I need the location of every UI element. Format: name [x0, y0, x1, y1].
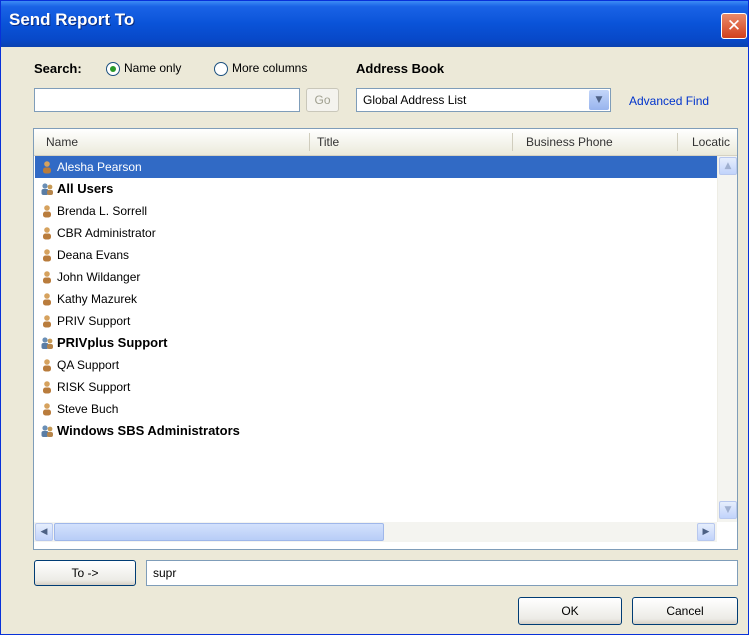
- radio-name-only-label[interactable]: Name only: [124, 61, 181, 75]
- title-bar[interactable]: Send Report To ✕: [1, 1, 748, 47]
- list-item[interactable]: Alesha Pearson: [35, 156, 717, 178]
- group-icon: [41, 337, 53, 349]
- list-item[interactable]: Kathy Mazurek: [35, 288, 717, 310]
- chevron-down-icon[interactable]: ▼: [589, 90, 609, 110]
- list-item[interactable]: RISK Support: [35, 376, 717, 398]
- list-item-name: Deana Evans: [57, 248, 130, 262]
- list-item[interactable]: Brenda L. Sorrell: [35, 200, 717, 222]
- cancel-button[interactable]: Cancel: [632, 597, 738, 625]
- list-item-name: John Wildanger: [57, 270, 141, 284]
- search-input[interactable]: [34, 88, 300, 112]
- group-icon: [41, 183, 53, 195]
- column-title[interactable]: Title: [317, 129, 339, 155]
- list-item-name: PRIV Support: [57, 314, 131, 328]
- scroll-right-icon[interactable]: ▶: [697, 523, 715, 541]
- scroll-down-icon[interactable]: ▼: [719, 501, 737, 519]
- group-icon: [41, 425, 53, 437]
- go-button[interactable]: Go: [306, 88, 339, 112]
- advanced-find-link[interactable]: Advanced Find: [629, 94, 709, 108]
- search-label: Search:: [34, 61, 82, 76]
- list-item[interactable]: CBR Administrator: [35, 222, 717, 244]
- list-item[interactable]: PRIVplus Support: [35, 332, 717, 354]
- user-icon: [43, 271, 51, 284]
- send-report-dialog: Send Report To ✕ Search: Name only More …: [0, 0, 749, 635]
- list-item-name: QA Support: [57, 358, 120, 372]
- column-location[interactable]: Locatic: [692, 129, 730, 155]
- user-icon: [43, 227, 51, 240]
- list-item-name: PRIVplus Support: [57, 335, 168, 350]
- radio-name-only[interactable]: [106, 62, 120, 76]
- user-icon: [43, 381, 51, 394]
- user-icon: [43, 359, 51, 372]
- radio-more-columns[interactable]: [214, 62, 228, 76]
- user-icon: [43, 315, 51, 328]
- list-item[interactable]: Steve Buch: [35, 398, 717, 420]
- column-divider[interactable]: [512, 133, 513, 151]
- horizontal-scrollbar[interactable]: ◀ ▶: [34, 522, 717, 542]
- user-icon: [43, 249, 51, 262]
- list-item-name: RISK Support: [57, 380, 131, 394]
- list-item-name: Windows SBS Administrators: [57, 423, 240, 438]
- list-item[interactable]: Windows SBS Administrators: [35, 420, 717, 442]
- list-header: Name Title Business Phone Locatic: [34, 129, 737, 156]
- list-item-name: Brenda L. Sorrell: [57, 204, 148, 218]
- scroll-left-icon[interactable]: ◀: [35, 523, 53, 541]
- address-book-select[interactable]: Global Address List ▼: [356, 88, 611, 112]
- column-divider[interactable]: [309, 133, 310, 151]
- scroll-up-icon[interactable]: ▲: [719, 157, 737, 175]
- address-book-label: Address Book: [356, 61, 445, 76]
- user-icon: [43, 293, 51, 306]
- radio-more-columns-label[interactable]: More columns: [232, 61, 307, 75]
- column-name[interactable]: Name: [46, 129, 78, 155]
- user-icon: [43, 161, 51, 174]
- list-item[interactable]: Deana Evans: [35, 244, 717, 266]
- address-list[interactable]: Name Title Business Phone Locatic Alesha…: [33, 128, 738, 550]
- column-business-phone[interactable]: Business Phone: [526, 129, 613, 155]
- address-book-selected: Global Address List: [363, 93, 467, 107]
- list-item[interactable]: John Wildanger: [35, 266, 717, 288]
- horizontal-scroll-thumb[interactable]: [54, 523, 384, 541]
- column-divider[interactable]: [677, 133, 678, 151]
- user-icon: [43, 205, 51, 218]
- close-button[interactable]: ✕: [721, 13, 747, 39]
- close-icon: ✕: [726, 16, 742, 36]
- to-button[interactable]: To ->: [34, 560, 136, 586]
- list-item-name: Alesha Pearson: [57, 160, 142, 174]
- to-recipients-input[interactable]: [146, 560, 738, 586]
- ok-button[interactable]: OK: [518, 597, 622, 625]
- list-item-name: CBR Administrator: [57, 226, 156, 240]
- list-item-name: Steve Buch: [57, 402, 119, 416]
- vertical-scrollbar[interactable]: ▲ ▼: [717, 156, 737, 522]
- list-item[interactable]: PRIV Support: [35, 310, 717, 332]
- user-icon: [43, 403, 51, 416]
- list-item[interactable]: All Users: [35, 178, 717, 200]
- list-item[interactable]: QA Support: [35, 354, 717, 376]
- window-title: Send Report To: [9, 10, 135, 29]
- list-item-name: All Users: [57, 181, 114, 196]
- list-item-name: Kathy Mazurek: [57, 292, 138, 306]
